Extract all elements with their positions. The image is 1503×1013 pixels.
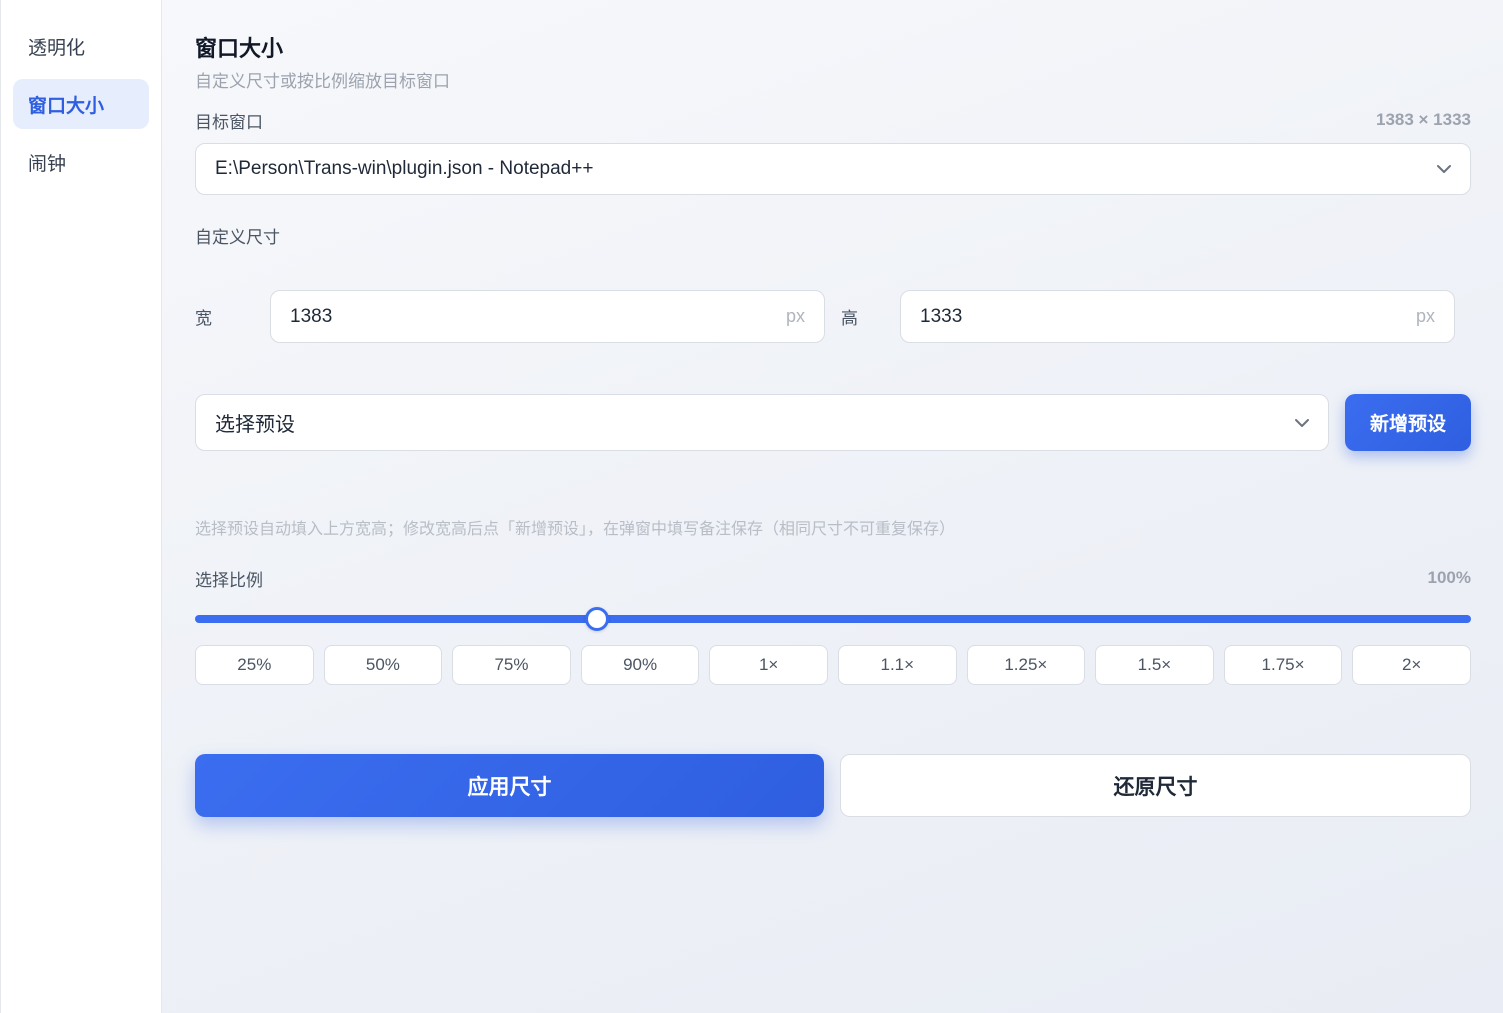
target-window-label: 目标窗口 xyxy=(195,112,263,132)
sidebar-item-window-size[interactable]: 窗口大小 xyxy=(13,79,149,129)
width-unit: px xyxy=(785,306,805,326)
height-label: 高 xyxy=(841,309,858,328)
width-input[interactable]: 1383 px xyxy=(270,290,825,343)
ratio-value: 100% xyxy=(1427,568,1471,587)
current-dimensions-readout: 1383 × 1333 xyxy=(1375,110,1471,129)
scale-option-button[interactable]: 1.5× xyxy=(1095,645,1214,685)
page-subtitle: 自定义尺寸或按比例缩放目标窗口 xyxy=(195,72,450,91)
preset-row: 选择预设 新增预设 xyxy=(195,394,1471,451)
chevron-down-icon xyxy=(1294,418,1310,428)
scale-option-button[interactable]: 25% xyxy=(195,645,314,685)
chevron-down-icon xyxy=(1436,164,1452,174)
scale-option-button[interactable]: 1.75× xyxy=(1223,645,1343,685)
custom-size-label: 自定义尺寸 xyxy=(195,228,280,247)
restore-size-button[interactable]: 还原尺寸 xyxy=(840,754,1471,817)
target-window-header: 目标窗口 1383 × 1333 xyxy=(195,109,1471,132)
scale-option-button[interactable]: 1.1× xyxy=(837,645,957,685)
scale-option-button[interactable]: 1.25× xyxy=(966,645,1086,685)
scale-option-button[interactable]: 1× xyxy=(709,645,828,685)
scale-option-button[interactable]: 50% xyxy=(323,645,443,685)
preset-select[interactable]: 选择预设 xyxy=(195,394,1329,451)
slider-thumb[interactable] xyxy=(584,607,609,631)
page-title: 窗口大小 xyxy=(195,36,284,61)
scale-option-button[interactable]: 2× xyxy=(1352,645,1471,685)
main-panel: 窗口大小 自定义尺寸或按比例缩放目标窗口 目标窗口 1383 × 1333 E:… xyxy=(162,0,1503,1013)
action-row: 应用尺寸 还原尺寸 xyxy=(195,754,1471,817)
height-value: 1333 xyxy=(920,305,963,327)
preset-hint: 选择预设自动填入上方宽高；修改宽高后点「新增预设」，在弹窗中填写备注保存（相同尺… xyxy=(195,521,956,538)
target-window-select[interactable]: E:\Person\Trans-win\plugin.json - Notepa… xyxy=(195,143,1471,195)
height-input[interactable]: 1333 px xyxy=(900,290,1455,343)
width-value: 1383 xyxy=(290,305,333,327)
app-window: 透明化 窗口大小 闹钟 窗口大小 自定义尺寸或按比例缩放目标窗口 目标窗口 13… xyxy=(0,0,1503,1013)
sidebar: 透明化 窗口大小 闹钟 xyxy=(0,0,162,1013)
apply-size-button[interactable]: 应用尺寸 xyxy=(195,754,824,817)
width-label: 宽 xyxy=(195,309,212,328)
ratio-slider[interactable] xyxy=(195,606,1471,632)
target-window-value: E:\Person\Trans-win\plugin.json - Notepa… xyxy=(215,158,594,179)
slider-track[interactable] xyxy=(195,615,1471,623)
add-preset-button[interactable]: 新增预设 xyxy=(1345,394,1471,451)
custom-size-row: 宽 1383 px 高 1333 px xyxy=(195,290,1471,343)
height-unit: px xyxy=(1415,306,1435,326)
scale-option-button[interactable]: 90% xyxy=(580,645,700,685)
scale-buttons: 25% 50% 75% 90% 1× 1.1× 1.25× 1.5× 1.75× 2× xyxy=(195,645,1471,685)
preset-select-value: 选择预设 xyxy=(215,414,295,436)
sidebar-item-transparency[interactable]: 透明化 xyxy=(13,21,149,71)
sidebar-item-alarm[interactable]: 闹钟 xyxy=(13,137,149,187)
ratio-label: 选择比例 xyxy=(195,570,263,590)
scale-option-button[interactable]: 75% xyxy=(452,645,571,685)
ratio-header: 选择比例 100% xyxy=(195,567,1471,590)
